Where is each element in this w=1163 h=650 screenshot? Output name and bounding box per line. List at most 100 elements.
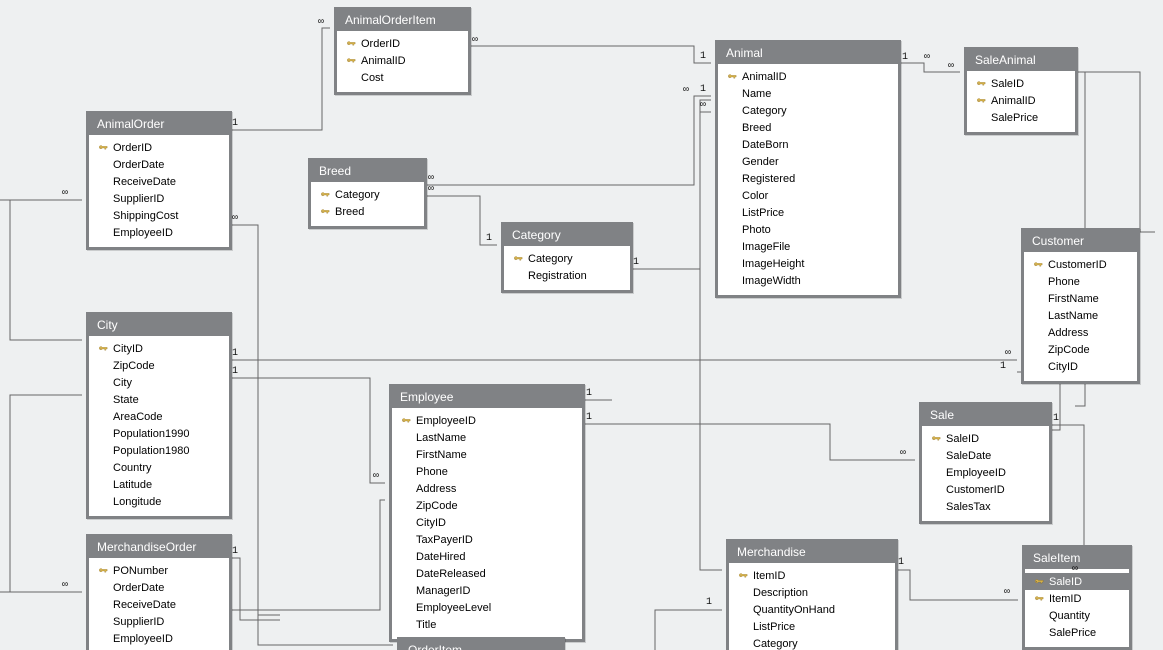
entity-title[interactable]: Breed xyxy=(311,161,424,182)
field-row[interactable]: SaleID xyxy=(967,75,1075,92)
field-row[interactable]: CityID xyxy=(392,514,582,531)
field-row[interactable]: AnimalID xyxy=(967,92,1075,109)
field-row[interactable]: ImageHeight xyxy=(718,255,898,272)
entity-title[interactable]: Animal xyxy=(718,43,898,64)
field-row[interactable]: ItemID xyxy=(1025,590,1129,607)
field-row[interactable]: DateHired xyxy=(392,548,582,565)
field-row[interactable]: ShippingCost xyxy=(89,207,229,224)
field-row[interactable]: SalePrice xyxy=(1025,624,1129,641)
field-row[interactable]: EmployeeID xyxy=(89,224,229,241)
entity-title[interactable]: AnimalOrderItem xyxy=(337,10,468,31)
erd-canvas[interactable]: AnimalOrderItemOrderIDAnimalIDCostAnimal… xyxy=(0,0,1163,650)
entity-title[interactable]: OrderItem xyxy=(400,640,562,650)
entity-employee[interactable]: EmployeeEmployeeIDLastNameFirstNamePhone… xyxy=(389,384,585,642)
field-row[interactable]: Color xyxy=(718,187,898,204)
entity-title[interactable]: SaleAnimal xyxy=(967,50,1075,71)
field-row[interactable]: OrderID xyxy=(89,139,229,156)
field-row[interactable]: Registered xyxy=(718,170,898,187)
field-row[interactable]: SaleDate xyxy=(922,447,1049,464)
entity-saleitem[interactable]: SaleItem SaleIDItemIDQuantitySalePrice xyxy=(1022,545,1132,650)
field-row[interactable]: Cost xyxy=(337,69,468,86)
entity-city[interactable]: CityCityIDZipCodeCityStateAreaCodePopula… xyxy=(86,312,232,519)
entity-merchandiseorder[interactable]: MerchandiseOrder PONumberOrderDateReceive… xyxy=(86,534,232,650)
field-row[interactable]: SalesTax xyxy=(922,498,1049,515)
field-row[interactable]: CityID xyxy=(89,340,229,357)
entity-title[interactable]: SaleItem xyxy=(1025,548,1129,569)
field-row[interactable]: ImageFile xyxy=(718,238,898,255)
field-row[interactable]: Category xyxy=(504,250,630,267)
field-row[interactable]: Category xyxy=(311,186,424,203)
entity-animalorderitem[interactable]: AnimalOrderItemOrderIDAnimalIDCost xyxy=(334,7,471,95)
field-row[interactable]: Country xyxy=(89,459,229,476)
entity-breed[interactable]: BreedCategoryBreed xyxy=(308,158,427,229)
field-row[interactable]: Population1990 xyxy=(89,425,229,442)
field-row[interactable]: ListPrice xyxy=(729,618,895,635)
field-row[interactable]: TaxPayerID xyxy=(392,531,582,548)
field-row[interactable]: Title xyxy=(392,616,582,633)
entity-title[interactable]: Merchandise xyxy=(729,542,895,563)
field-row[interactable]: ZipCode xyxy=(1024,341,1137,358)
field-row[interactable]: SalePrice xyxy=(967,109,1075,126)
entity-sale[interactable]: Sale SaleIDSaleDateEmployeeIDCustomerIDSa… xyxy=(919,402,1052,524)
field-row[interactable]: EmployeeLevel xyxy=(392,599,582,616)
field-row[interactable]: AnimalID xyxy=(718,68,898,85)
field-row[interactable]: LastName xyxy=(392,429,582,446)
field-row[interactable]: OrderDate xyxy=(89,156,229,173)
field-row[interactable]: CustomerID xyxy=(922,481,1049,498)
entity-title[interactable]: Category xyxy=(504,225,630,246)
field-row[interactable]: Photo xyxy=(718,221,898,238)
field-row[interactable]: Address xyxy=(1024,324,1137,341)
field-row[interactable]: Latitude xyxy=(89,476,229,493)
entity-category[interactable]: CategoryCategoryRegistration xyxy=(501,222,633,293)
field-row[interactable]: SaleID xyxy=(1025,573,1129,590)
field-row[interactable]: Longitude xyxy=(89,493,229,510)
field-row[interactable]: ReceiveDate xyxy=(89,173,229,190)
field-row[interactable]: CityID xyxy=(1024,358,1137,375)
entity-title[interactable]: City xyxy=(89,315,229,336)
field-row[interactable]: Category xyxy=(718,102,898,119)
field-row[interactable]: QuantityOnHand xyxy=(729,601,895,618)
field-row[interactable]: ItemID xyxy=(729,567,895,584)
entity-saleanimal[interactable]: SaleAnimal SaleIDAnimalIDSalePrice xyxy=(964,47,1078,135)
field-row[interactable]: Category xyxy=(729,635,895,650)
field-row[interactable]: Description xyxy=(729,584,895,601)
entity-customer[interactable]: Customer CustomerIDPhoneFirstNameLastName… xyxy=(1021,228,1140,384)
entity-orderitem[interactable]: OrderItemPONumber xyxy=(397,637,565,650)
field-row[interactable]: ManagerID xyxy=(392,582,582,599)
field-row[interactable]: FirstName xyxy=(392,446,582,463)
field-row[interactable]: SupplierID xyxy=(89,613,229,630)
field-row[interactable]: FirstName xyxy=(1024,290,1137,307)
field-row[interactable]: PONumber xyxy=(89,562,229,579)
field-row[interactable]: LastName xyxy=(1024,307,1137,324)
field-row[interactable]: Breed xyxy=(311,203,424,220)
field-row[interactable]: CustomerID xyxy=(1024,256,1137,273)
field-row[interactable]: Quantity xyxy=(1025,607,1129,624)
entity-title[interactable]: AnimalOrder xyxy=(89,114,229,135)
field-row[interactable]: DateReleased xyxy=(392,565,582,582)
entity-title[interactable]: MerchandiseOrder xyxy=(89,537,229,558)
field-row[interactable]: ReceiveDate xyxy=(89,596,229,613)
entity-animalorder[interactable]: AnimalOrder OrderIDOrderDateReceiveDateSu… xyxy=(86,111,232,250)
field-row[interactable]: SupplierID xyxy=(89,190,229,207)
field-row[interactable]: OrderID xyxy=(337,35,468,52)
entity-title[interactable]: Sale xyxy=(922,405,1049,426)
entity-title[interactable]: Customer xyxy=(1024,231,1137,252)
field-row[interactable]: OrderDate xyxy=(89,579,229,596)
entity-merchandise[interactable]: Merchandise ItemIDDescriptionQuantityOnHa… xyxy=(726,539,898,650)
field-row[interactable]: ZipCode xyxy=(392,497,582,514)
field-row[interactable]: EmployeeID xyxy=(89,630,229,647)
field-row[interactable]: ImageWidth xyxy=(718,272,898,289)
field-row[interactable]: EmployeeID xyxy=(922,464,1049,481)
field-row[interactable]: ZipCode xyxy=(89,357,229,374)
field-row[interactable]: Gender xyxy=(718,153,898,170)
field-row[interactable]: DateBorn xyxy=(718,136,898,153)
field-row[interactable]: Breed xyxy=(718,119,898,136)
field-row[interactable]: Address xyxy=(392,480,582,497)
field-row[interactable]: City xyxy=(89,374,229,391)
field-row[interactable]: AreaCode xyxy=(89,408,229,425)
field-row[interactable]: EmployeeID xyxy=(392,412,582,429)
field-row[interactable]: Phone xyxy=(1024,273,1137,290)
field-row[interactable]: State xyxy=(89,391,229,408)
field-row[interactable]: SaleID xyxy=(922,430,1049,447)
field-row[interactable]: Population1980 xyxy=(89,442,229,459)
